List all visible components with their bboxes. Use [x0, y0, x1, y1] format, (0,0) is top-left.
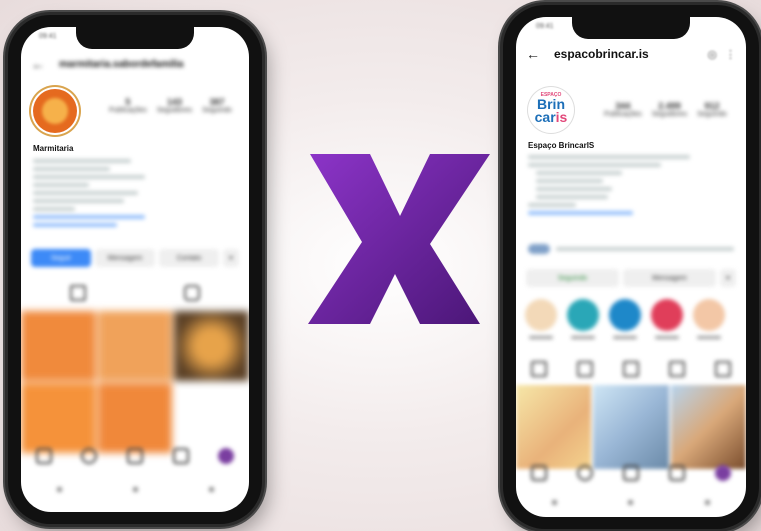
profile-icon[interactable]: [715, 465, 731, 481]
right-profile-name: Espaço BrincarIS: [528, 141, 595, 150]
post-thumb[interactable]: [97, 311, 173, 381]
back-arrow-icon[interactable]: ←: [31, 56, 45, 72]
left-phone-screen: 09:41 ← marmitaria.sabordefamilia 5 Publi…: [21, 27, 249, 512]
left-post-grid: [21, 311, 249, 453]
left-bio: [33, 155, 173, 231]
stat-following[interactable]: 912 Seguindo: [697, 101, 727, 118]
nav-back-icon[interactable]: [208, 487, 214, 492]
versus-x-icon: X: [308, 154, 490, 324]
guides-tab-icon[interactable]: [669, 361, 685, 377]
right-action-buttons: Seguindo Mensagem ▾: [526, 269, 736, 287]
stat-followers[interactable]: 2.499 Seguidores: [652, 101, 687, 118]
profile-icon[interactable]: [218, 448, 235, 464]
search-icon[interactable]: [81, 448, 98, 464]
right-bottom-nav: [516, 465, 746, 481]
suggest-button[interactable]: ▾: [223, 249, 239, 267]
highlight-item[interactable]: [606, 299, 644, 339]
left-bottom-nav: [21, 448, 249, 464]
left-system-nav: [21, 487, 249, 492]
nav-menu-icon[interactable]: [551, 500, 557, 505]
left-username: marmitaria.sabordefamilia: [59, 58, 184, 70]
phone-notch: [76, 27, 194, 49]
nav-back-icon[interactable]: [705, 500, 711, 505]
left-stats: 5 Publicações 143 Seguidores 387 Seguindo: [109, 97, 232, 114]
left-action-buttons: Seguir Mensagem Contato ▾: [31, 249, 239, 267]
tagged-tab-icon[interactable]: [715, 361, 731, 377]
left-profile-name: Marmitaria: [33, 144, 74, 153]
follow-button[interactable]: Seguir: [31, 249, 91, 267]
post-thumb[interactable]: [516, 385, 592, 469]
post-thumb[interactable]: [97, 383, 173, 453]
shop-icon[interactable]: [172, 448, 189, 464]
nav-home-icon[interactable]: [628, 500, 634, 505]
left-avatar[interactable]: [33, 89, 77, 133]
post-thumb[interactable]: [21, 311, 96, 381]
right-bio: [528, 151, 718, 219]
grid-tab-icon[interactable]: [70, 285, 86, 301]
message-button[interactable]: Mensagem: [623, 269, 716, 287]
stat-posts[interactable]: 5 Publicações: [109, 97, 147, 114]
right-stats: 344 Publicações 2.499 Seguidores 912 Seguin…: [604, 101, 727, 118]
following-button[interactable]: Seguindo: [526, 269, 619, 287]
contact-button[interactable]: Contato: [159, 249, 219, 267]
avatar-logo-icon: [42, 98, 68, 124]
post-thumb[interactable]: [21, 383, 96, 453]
status-time: 09:41: [39, 33, 57, 40]
post-thumb[interactable]: [174, 311, 249, 381]
logo-line2: caris: [534, 109, 568, 125]
bell-icon[interactable]: ◎: [707, 48, 717, 61]
highlight-item[interactable]: [690, 299, 728, 339]
reels-tab-icon[interactable]: [577, 361, 593, 377]
right-avatar[interactable]: ESPAÇO Brin caris: [528, 87, 574, 133]
reels-icon[interactable]: [623, 465, 639, 481]
reels-icon[interactable]: [126, 448, 143, 464]
message-button[interactable]: Mensagem: [95, 249, 155, 267]
right-system-nav: [516, 500, 746, 505]
right-post-grid: [516, 385, 746, 469]
status-time: 09:41: [536, 23, 554, 30]
home-icon[interactable]: [531, 465, 547, 481]
grid-tab-icon[interactable]: [531, 361, 547, 377]
phone-notch: [572, 17, 690, 39]
stat-following[interactable]: 387 Seguindo: [202, 97, 232, 114]
right-username: espacobrincar.is: [554, 47, 649, 61]
post-thumb[interactable]: [670, 385, 746, 469]
video-tab-icon[interactable]: [623, 361, 639, 377]
tagged-tab-icon[interactable]: [184, 285, 200, 301]
right-profile-tabs: [516, 361, 746, 377]
back-arrow-icon[interactable]: ←: [526, 46, 540, 62]
post-thumb[interactable]: [593, 385, 669, 469]
right-profile-header: ← espacobrincar.is ◎ ⋮: [526, 45, 736, 63]
followed-by-row[interactable]: [528, 243, 734, 255]
nav-menu-icon[interactable]: [56, 487, 62, 492]
post-thumb: [174, 383, 249, 453]
shop-icon[interactable]: [669, 465, 685, 481]
right-phone-screen: 09:41 ← espacobrincar.is ◎ ⋮ ESPAÇO Brin…: [516, 17, 746, 517]
right-phone: 09:41 ← espacobrincar.is ◎ ⋮ ESPAÇO Brin…: [503, 5, 759, 529]
left-profile-header: ← marmitaria.sabordefamilia: [31, 55, 239, 73]
stat-followers[interactable]: 143 Seguidores: [157, 97, 192, 114]
highlight-item[interactable]: [648, 299, 686, 339]
search-icon[interactable]: [577, 465, 593, 481]
home-icon[interactable]: [35, 448, 52, 464]
left-profile-tabs: [21, 285, 249, 301]
highlight-item[interactable]: [564, 299, 602, 339]
suggest-button[interactable]: ▾: [720, 269, 736, 287]
left-phone: 09:41 ← marmitaria.sabordefamilia 5 Publi…: [8, 15, 262, 524]
story-highlights: [522, 299, 746, 339]
highlight-item[interactable]: [522, 299, 560, 339]
nav-home-icon[interactable]: [132, 487, 138, 492]
stat-posts[interactable]: 344 Publicações: [604, 101, 642, 118]
more-options-icon[interactable]: ⋮: [725, 48, 736, 61]
